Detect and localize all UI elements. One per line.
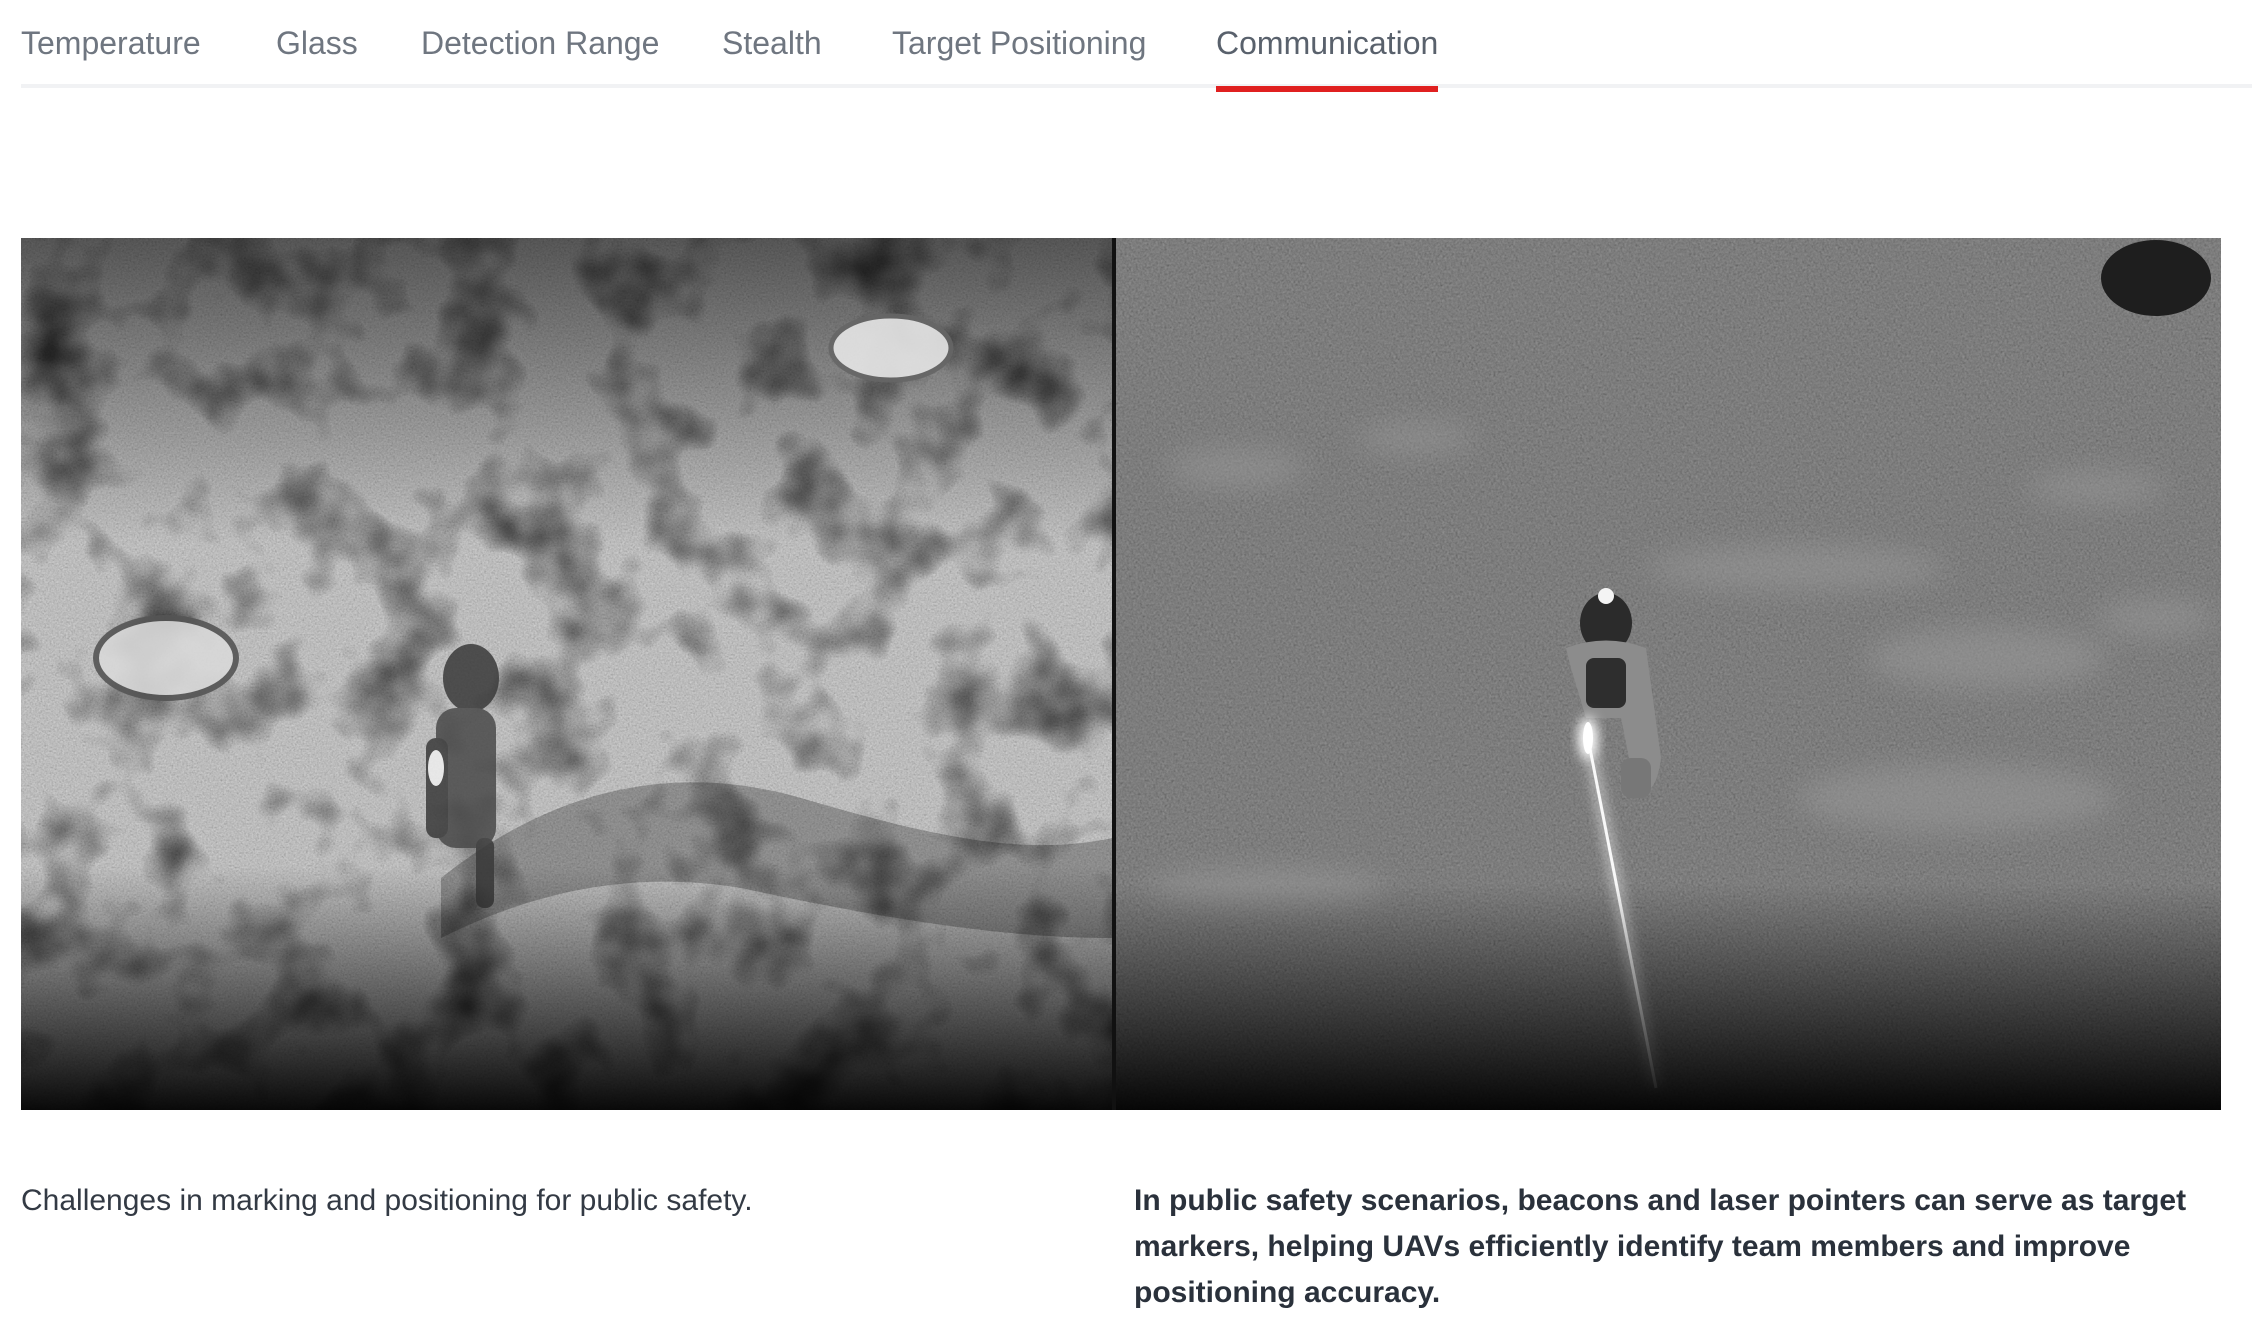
tab-label: Target Positioning <box>892 25 1147 61</box>
tab-detection-range[interactable]: Detection Range <box>421 0 659 88</box>
tab-label: Temperature <box>21 25 201 61</box>
tab-glass[interactable]: Glass <box>276 0 358 88</box>
comparison-image <box>21 238 2221 1110</box>
thermal-image-with-laser-marker <box>1116 238 2221 1110</box>
tab-communication[interactable]: Communication <box>1216 0 1439 92</box>
caption-right: In public safety scenarios, beacons and … <box>1134 1184 2187 1309</box>
tab-temperature[interactable]: Temperature <box>21 0 201 88</box>
tab-target-positioning[interactable]: Target Positioning <box>892 0 1146 88</box>
tab-label: Communication <box>1216 25 1439 61</box>
tab-label: Detection Range <box>421 25 660 61</box>
tab-bar: Temperature Glass Detection Range Stealt… <box>21 0 2252 92</box>
caption-left: Challenges in marking and positioning fo… <box>21 1184 753 1217</box>
tab-label: Glass <box>276 25 358 61</box>
tab-label: Stealth <box>722 25 822 61</box>
tab-stealth[interactable]: Stealth <box>722 0 822 88</box>
thermal-image-without-marker <box>21 238 1112 1110</box>
tab-active-indicator <box>1216 86 1439 92</box>
